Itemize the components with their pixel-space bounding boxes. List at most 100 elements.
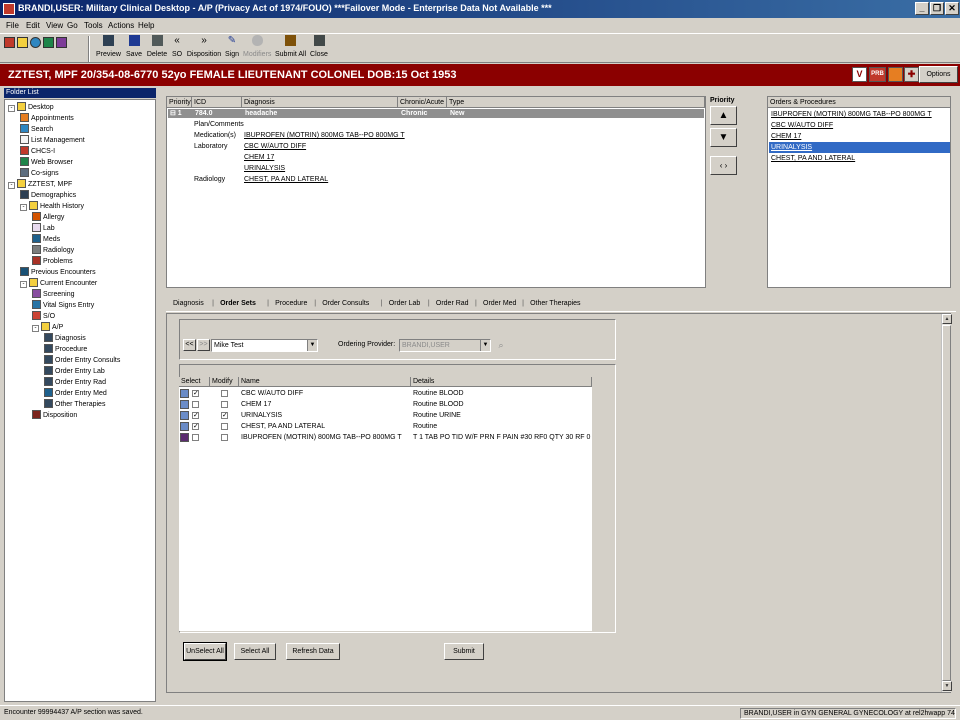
- sign-button[interactable]: ✎ Sign: [223, 35, 241, 63]
- tree-item-desktop[interactable]: - Desktop: [8, 102, 54, 113]
- plan-order-link[interactable]: CHEM 17: [244, 153, 274, 162]
- collapse-icon[interactable]: -: [8, 105, 15, 112]
- patient-icon[interactable]: [43, 37, 54, 48]
- tab-order-med[interactable]: Order Med: [483, 300, 516, 307]
- binoculars-icon[interactable]: ⌕: [494, 339, 508, 351]
- tree-item-demographics[interactable]: Demographics: [20, 190, 76, 201]
- col-icd[interactable]: ICD: [192, 97, 242, 108]
- minimize-button[interactable]: _: [915, 2, 929, 15]
- menu-file[interactable]: File: [6, 21, 19, 30]
- maximize-button[interactable]: ❐: [930, 2, 944, 15]
- diagnosis-row-selected[interactable]: ⊟ 1 784.0 headache Chronic New: [168, 109, 704, 118]
- menu-edit[interactable]: Edit: [26, 21, 40, 30]
- close-window-button[interactable]: ✕: [945, 2, 959, 15]
- next-set-button[interactable]: >>: [197, 339, 210, 351]
- col-chronic-acute[interactable]: Chronic/Acute: [398, 97, 447, 108]
- tree-item-order-entry-lab[interactable]: Order Entry Lab: [44, 366, 105, 377]
- tree-item-order-entry-consults[interactable]: Order Entry Consults: [44, 355, 120, 366]
- alert-icon[interactable]: [888, 67, 903, 82]
- disposition-button[interactable]: » Disposition: [186, 35, 222, 63]
- modify-checkbox[interactable]: ✓: [221, 412, 228, 419]
- order-set-row[interactable]: ✓ ✓ URINALYSIS Routine URINE: [179, 410, 592, 421]
- order-procedure-item[interactable]: CHEM 17: [769, 131, 950, 142]
- modifiers-button[interactable]: Modifiers: [243, 35, 271, 63]
- col-modify[interactable]: Modify: [210, 377, 239, 387]
- modify-checkbox[interactable]: [221, 390, 228, 397]
- select-checkbox[interactable]: [192, 434, 199, 441]
- options-button[interactable]: Options: [919, 66, 958, 83]
- tree-item-meds[interactable]: Meds: [32, 234, 60, 245]
- tab-other-therapies[interactable]: Other Therapies: [530, 300, 580, 307]
- col-select[interactable]: Select: [179, 377, 210, 387]
- priority-up-button[interactable]: ▲: [710, 106, 737, 125]
- order-procedure-item[interactable]: URINALYSIS: [769, 142, 950, 153]
- tab-order-sets[interactable]: Order Sets: [220, 300, 256, 307]
- scroll-thumb[interactable]: [942, 325, 951, 681]
- tree-item-search[interactable]: Search: [20, 124, 53, 135]
- unselect-all-button[interactable]: UnSelect All: [183, 642, 227, 661]
- order-procedure-item[interactable]: IBUPROFEN (MOTRIN) 800MG TAB--PO 800MG T: [769, 109, 950, 120]
- tree-item-screening[interactable]: Screening: [32, 289, 75, 300]
- select-all-button[interactable]: Select All: [234, 643, 276, 660]
- tab-diagnosis[interactable]: Diagnosis: [173, 300, 204, 307]
- prev-set-button[interactable]: <<: [183, 339, 196, 351]
- tree-item-lab[interactable]: Lab: [32, 223, 55, 234]
- tree-item-co-signs[interactable]: Co-signs: [20, 168, 59, 179]
- tree-item-diagnosis[interactable]: Diagnosis: [44, 333, 86, 344]
- plan-order-link[interactable]: IBUPROFEN (MOTRIN) 800MG TAB--PO 800MG T: [244, 131, 405, 140]
- tree-item-health-history[interactable]: - Health History: [20, 201, 84, 212]
- col-diagnosis[interactable]: Diagnosis: [242, 97, 398, 108]
- prb-icon[interactable]: PRB: [869, 67, 886, 82]
- tree-item-chcs-i[interactable]: CHCS-I: [20, 146, 55, 157]
- tree-item-allergy[interactable]: Allergy: [32, 212, 64, 223]
- tree-item-disposition[interactable]: Disposition: [32, 410, 77, 421]
- tree-item-order-entry-rad[interactable]: Order Entry Rad: [44, 377, 106, 388]
- preview-button[interactable]: Preview: [96, 35, 121, 63]
- order-procedure-item[interactable]: CBC W/AUTO DIFF: [769, 120, 950, 131]
- menu-help[interactable]: Help: [138, 21, 154, 30]
- order-set-row[interactable]: ✓ CHEST, PA AND LATERAL Routine: [179, 421, 592, 432]
- select-checkbox[interactable]: ✓: [192, 390, 199, 397]
- plan-order-link[interactable]: URINALYSIS: [244, 164, 285, 173]
- collapse-icon[interactable]: -: [20, 281, 27, 288]
- modify-checkbox[interactable]: [221, 401, 228, 408]
- col-details[interactable]: Details: [411, 377, 592, 387]
- tree-item-vital-signs-entry[interactable]: Vital Signs Entry: [32, 300, 94, 311]
- home-icon[interactable]: [4, 37, 15, 48]
- tab-order-consults[interactable]: Order Consults: [322, 300, 369, 307]
- collapse-icon[interactable]: -: [20, 204, 27, 211]
- order-set-row[interactable]: IBUPROFEN (MOTRIN) 800MG TAB--PO 800MG T…: [179, 432, 592, 443]
- menu-go[interactable]: Go: [67, 21, 78, 30]
- chevron-down-icon[interactable]: ▼: [307, 340, 317, 351]
- menu-tools[interactable]: Tools: [84, 21, 103, 30]
- order-set-select[interactable]: Mike Test ▼: [211, 339, 318, 352]
- modify-checkbox[interactable]: [221, 423, 228, 430]
- tree-item-zztest-mpf[interactable]: - ZZTEST, MPF: [8, 179, 72, 190]
- select-checkbox[interactable]: ✓: [192, 412, 199, 419]
- tree-item-order-entry-med[interactable]: Order Entry Med: [44, 388, 107, 399]
- v-icon[interactable]: V: [852, 67, 867, 82]
- refresh-data-button[interactable]: Refresh Data: [286, 643, 340, 660]
- vertical-scrollbar[interactable]: ▲ ▼: [941, 314, 952, 692]
- menu-actions[interactable]: Actions: [108, 21, 134, 30]
- tree-item-current-encounter[interactable]: - Current Encounter: [20, 278, 97, 289]
- menu-view[interactable]: View: [46, 21, 63, 30]
- tree-item-web-browser[interactable]: Web Browser: [20, 157, 73, 168]
- tree-item-s-o[interactable]: S/O: [32, 311, 55, 322]
- tree-item-list-management[interactable]: List Management: [20, 135, 85, 146]
- tab-order-rad[interactable]: Order Rad: [436, 300, 469, 307]
- col-name[interactable]: Name: [239, 377, 411, 387]
- submit-button[interactable]: Submit: [444, 643, 484, 660]
- chevron-down-icon[interactable]: ▼: [480, 340, 490, 351]
- tab-procedure[interactable]: Procedure: [275, 300, 307, 307]
- col-type[interactable]: Type: [447, 97, 705, 108]
- so-button[interactable]: « SO: [170, 35, 184, 63]
- collapse-icon[interactable]: -: [32, 325, 39, 332]
- col-priority[interactable]: Priority: [167, 97, 192, 108]
- collapse-icon[interactable]: -: [8, 182, 15, 189]
- order-set-row[interactable]: CHEM 17 Routine BLOOD: [179, 399, 592, 410]
- plan-order-link[interactable]: CHEST, PA AND LATERAL: [244, 175, 328, 184]
- tree-item-problems[interactable]: Problems: [32, 256, 73, 267]
- tree-item-other-therapies[interactable]: Other Therapies: [44, 399, 105, 410]
- encounter-icon[interactable]: [56, 37, 67, 48]
